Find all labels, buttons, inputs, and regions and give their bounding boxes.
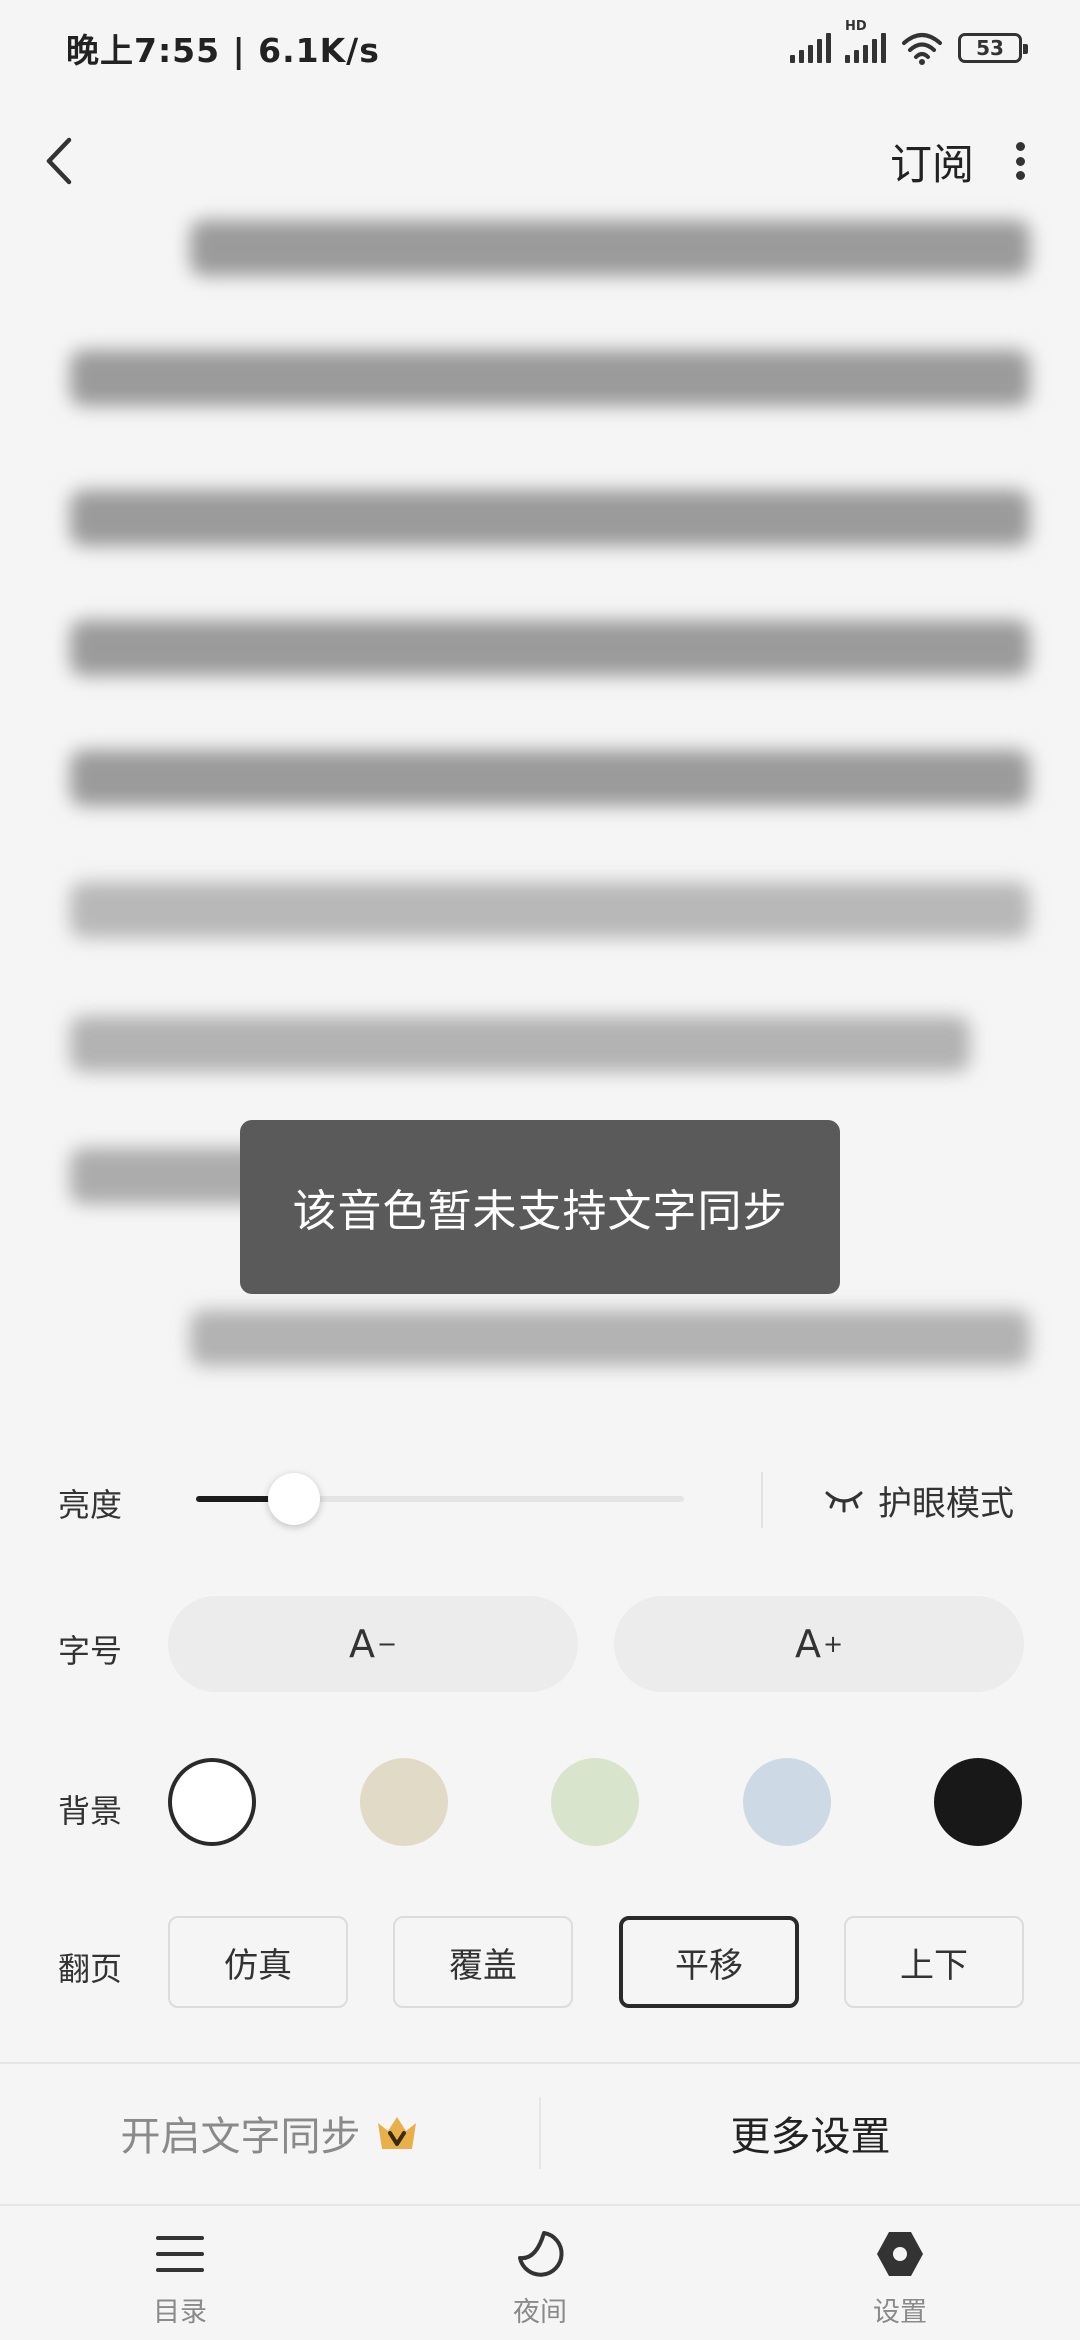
moon-icon [514, 2228, 566, 2280]
page-turn-simulate-button[interactable]: 仿真 [168, 1916, 348, 2008]
status-icons: HD 53 [790, 19, 1028, 65]
settings-hexagon-icon [874, 2228, 926, 2280]
more-settings-button[interactable]: 更多设置 [541, 2064, 1080, 2202]
status-time-speed: 晚上7:55 | 6.1K/s [66, 31, 380, 70]
tab-settings-label: 设置 [873, 2297, 927, 2328]
tab-catalog-label: 目录 [153, 2297, 207, 2328]
tab-night-mode[interactable]: 夜间 [360, 2206, 720, 2340]
page-turn-slide-button[interactable]: 平移 [619, 1916, 799, 2008]
blurred-text-line [70, 620, 1030, 676]
background-swatch-blue[interactable] [743, 1758, 831, 1846]
chevron-left-icon [46, 137, 72, 185]
background-swatch-white[interactable] [168, 1758, 256, 1846]
blurred-text-line [70, 350, 1030, 406]
text-sync-label: 开启文字同步 [120, 2114, 361, 2160]
blurred-text-line [70, 750, 1030, 806]
more-dot-icon [1015, 156, 1025, 166]
blurred-text-line [70, 490, 1030, 546]
background-swatch-black[interactable] [934, 1758, 1022, 1846]
hd-label: HD [845, 19, 867, 34]
font-size-label: 字号 [58, 1632, 123, 1670]
cellular-signal-hd-icon: HD [845, 19, 886, 63]
cellular-signal-icon [790, 33, 831, 63]
menu-icon [154, 2228, 206, 2280]
vip-crown-icon [377, 2117, 416, 2149]
font-decrease-button[interactable]: A − [168, 1596, 578, 1692]
tab-catalog[interactable]: 目录 [0, 2206, 360, 2340]
reader-settings-panel: 亮度 护眼模式 字号 A − A + 背景 翻页 仿真 覆盖 平移 上下 [0, 1440, 1080, 2060]
font-increase-button[interactable]: A + [614, 1596, 1024, 1692]
tab-night-label: 夜间 [513, 2297, 567, 2328]
bottom-tab-bar: 目录 夜间 设置 [0, 2206, 1080, 2340]
more-dot-icon [1015, 171, 1025, 180]
toast-message: 该音色暂未支持文字同步 [240, 1120, 840, 1294]
background-swatch-beige[interactable] [360, 1758, 448, 1846]
brightness-slider-thumb[interactable] [268, 1473, 320, 1525]
font-increase-label: A [794, 1622, 821, 1666]
brightness-label: 亮度 [58, 1486, 123, 1524]
more-dot-icon [1015, 142, 1025, 151]
top-nav: 订阅 [0, 96, 1080, 226]
subscribe-button[interactable]: 订阅 [890, 131, 974, 192]
blurred-text-line [70, 882, 1030, 938]
page-turn-vertical-button[interactable]: 上下 [844, 1916, 1024, 2008]
blurred-text-line [190, 1310, 1030, 1366]
background-swatch-green[interactable] [551, 1758, 639, 1846]
blurred-text-line [70, 1016, 970, 1072]
divider [761, 1472, 763, 1528]
font-decrease-label: A [348, 1622, 375, 1666]
action-row: 开启文字同步 更多设置 [0, 2064, 1080, 2202]
wifi-icon [902, 33, 942, 65]
more-options-button[interactable] [1010, 136, 1030, 186]
page-turn-label: 翻页 [58, 1950, 123, 1988]
enable-text-sync-button[interactable]: 开启文字同步 [0, 2064, 539, 2202]
blurred-text-line [190, 220, 1030, 276]
eye-mode-label: 护眼模式 [878, 1483, 1014, 1524]
background-label: 背景 [58, 1792, 123, 1830]
closed-eye-icon [825, 1491, 863, 1513]
status-bar: 晚上7:55 | 6.1K/s HD 53 [0, 0, 1080, 96]
page-turn-cover-button[interactable]: 覆盖 [393, 1916, 573, 2008]
brightness-slider[interactable] [196, 1473, 684, 1525]
battery-indicator: 53 [958, 33, 1028, 63]
tab-settings[interactable]: 设置 [720, 2206, 1080, 2340]
eye-mode-toggle[interactable]: 护眼模式 [824, 1472, 1014, 1528]
back-button[interactable] [36, 131, 80, 191]
